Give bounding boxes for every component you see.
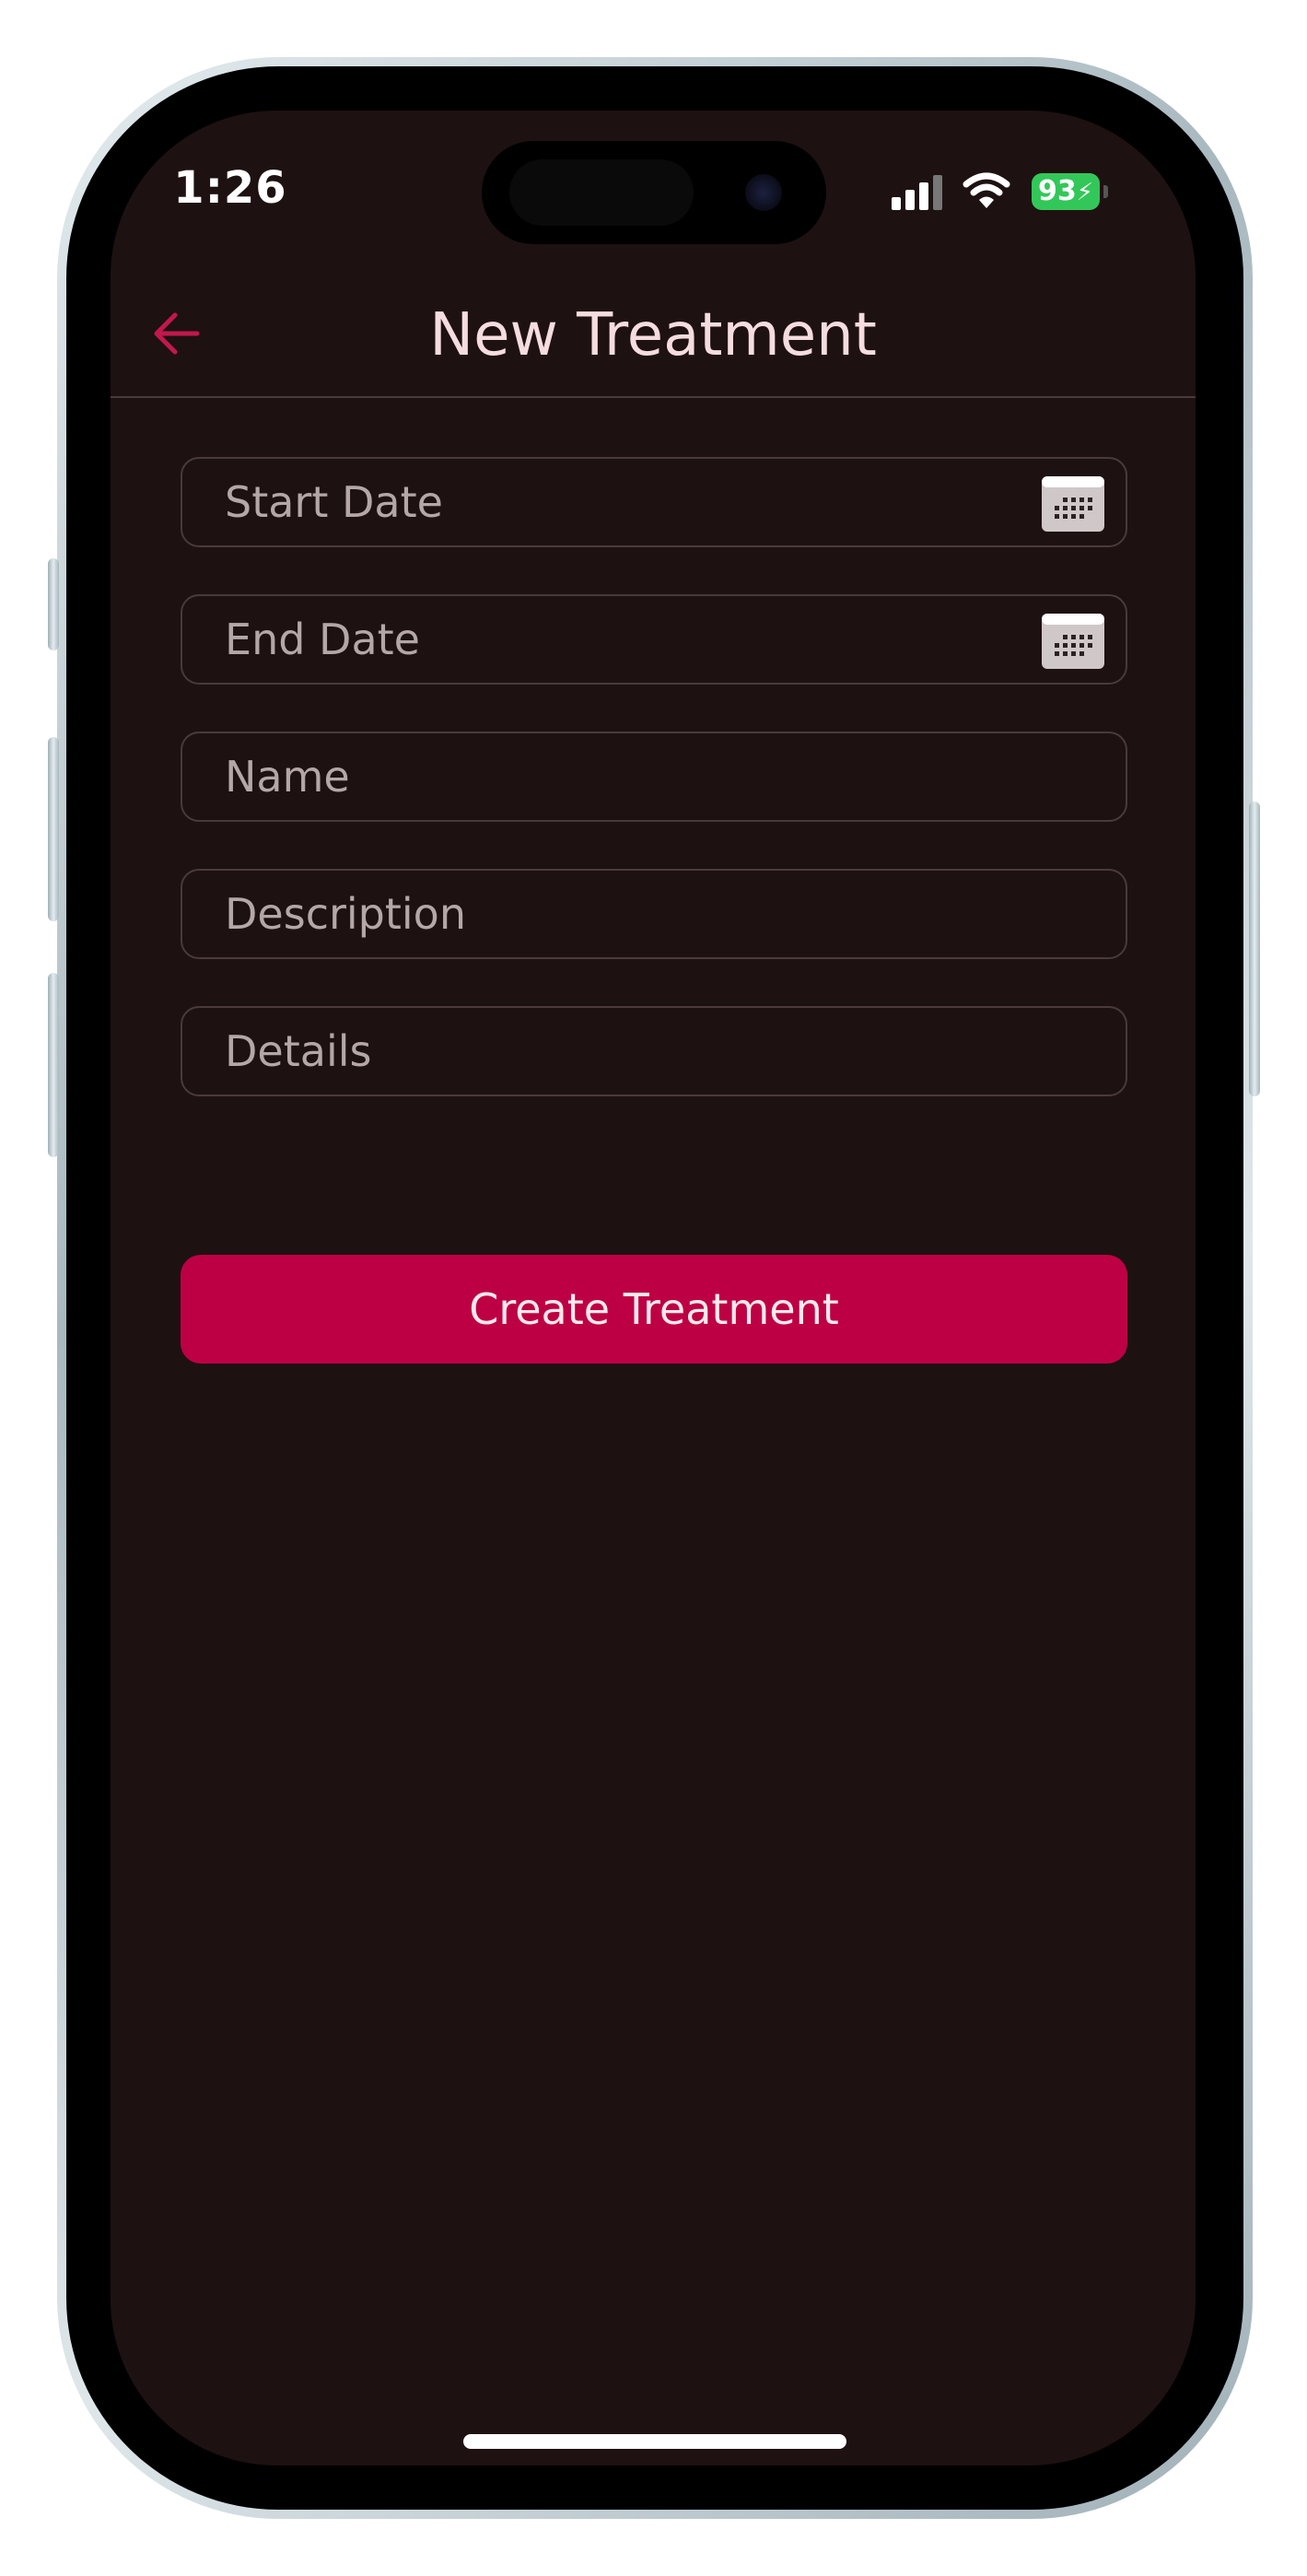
start-date-field[interactable] [181,457,1127,547]
description-field[interactable] [181,869,1127,959]
volume-down-button [48,973,59,1157]
wifi-icon [963,172,1010,208]
app-bar-divider [111,396,1196,398]
name-field[interactable] [181,732,1127,822]
calendar-icon[interactable] [1041,475,1105,533]
action-button [48,558,59,650]
signal-icon [892,175,947,210]
start-date-input[interactable] [225,459,1035,545]
page-title: New Treatment [429,301,877,369]
battery-tip [1103,185,1108,198]
calendar-icon[interactable] [1041,613,1105,670]
home-indicator[interactable] [463,2434,846,2449]
volume-up-button [48,737,59,921]
name-input[interactable] [225,733,1035,820]
power-button [1249,802,1260,1096]
description-input[interactable] [225,871,1035,957]
end-date-input[interactable] [225,596,1035,683]
battery-icon: 93⚡ [1032,173,1100,210]
front-camera-icon [745,174,782,211]
details-field[interactable] [181,1006,1127,1096]
dynamic-island [482,141,826,244]
create-treatment-button[interactable]: Create Treatment [181,1255,1127,1364]
sensor-housing [509,159,694,226]
status-time: 1:26 [173,162,287,214]
battery-level: 93 [1037,175,1077,207]
end-date-field[interactable] [181,594,1127,685]
details-input[interactable] [225,1008,1035,1095]
